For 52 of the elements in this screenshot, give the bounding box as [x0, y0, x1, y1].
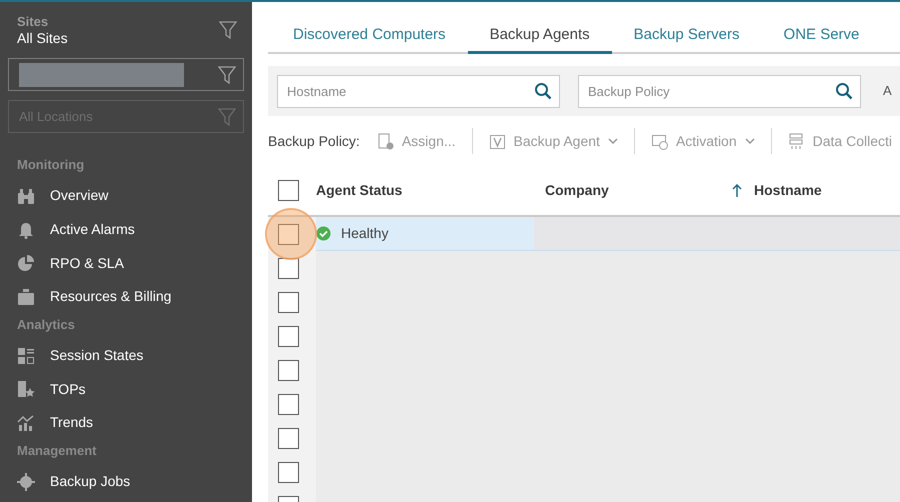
binoculars-icon: [17, 186, 35, 205]
check-circle-icon: [316, 226, 331, 241]
column-header[interactable]: Hostname: [754, 180, 822, 201]
checkbox[interactable]: [278, 224, 299, 244]
sites-label: Sites: [17, 14, 50, 29]
nav-item[interactable]: TOPs: [0, 372, 252, 406]
section-heading: Monitoring: [16, 156, 86, 174]
column-header[interactable]: Company: [545, 180, 609, 201]
checkbox[interactable]: [278, 258, 299, 278]
window-clock-icon: [650, 132, 668, 150]
search-icon[interactable]: [534, 82, 552, 100]
checkbox[interactable]: [278, 326, 299, 346]
status-text: Healthy: [341, 224, 390, 243]
section-heading: Analytics: [16, 316, 76, 334]
nav-item[interactable]: Overview: [0, 179, 252, 213]
filter-icon[interactable]: [218, 20, 238, 40]
nav-item[interactable]: RPO & SLA: [0, 246, 252, 280]
pie-chart-icon: [17, 254, 35, 272]
search-field[interactable]: Hostname: [277, 74, 560, 108]
search-field[interactable]: Backup Policy: [578, 74, 861, 108]
filter-icon[interactable]: [217, 64, 237, 84]
sort-arrow-icon[interactable]: [732, 184, 742, 198]
nav-item[interactable]: Active Alarms: [0, 212, 252, 246]
checkbox[interactable]: [278, 394, 299, 414]
checkbox[interactable]: [278, 428, 299, 448]
tiles-icon: [17, 346, 35, 365]
building-star-icon: [17, 380, 35, 398]
tab[interactable]: Discovered Computers: [268, 24, 468, 54]
bell-icon: [17, 220, 35, 239]
column-header[interactable]: Agent Status: [316, 180, 402, 201]
filter-label: A: [883, 82, 892, 100]
checkbox[interactable]: [278, 292, 299, 312]
checkbox[interactable]: [278, 180, 299, 201]
nav-item[interactable]: Backup Jobs: [0, 464, 252, 498]
company-filter-field[interactable]: [8, 58, 244, 91]
table-row[interactable]: Healthy: [316, 217, 900, 251]
nav-item[interactable]: Session States: [0, 338, 252, 372]
v-box-icon: [488, 132, 506, 150]
sites-value[interactable]: All Sites: [17, 29, 68, 47]
tab[interactable]: ONE Serve: [762, 24, 882, 54]
section-heading: Management: [16, 442, 98, 460]
nav-item[interactable]: Trends: [0, 406, 252, 440]
search-icon[interactable]: [835, 82, 853, 100]
click-highlight: [265, 208, 317, 260]
tab[interactable]: Backup Agents: [468, 24, 612, 54]
toolbar-label: Backup Policy:: [268, 132, 360, 151]
server-stack-icon: [788, 132, 805, 150]
tab[interactable]: Backup Servers: [612, 24, 762, 54]
checkbox[interactable]: [278, 360, 299, 380]
trend-chart-icon: [17, 414, 35, 432]
nav-item[interactable]: Resources & Billing: [0, 280, 252, 314]
checkbox[interactable]: [278, 462, 299, 482]
